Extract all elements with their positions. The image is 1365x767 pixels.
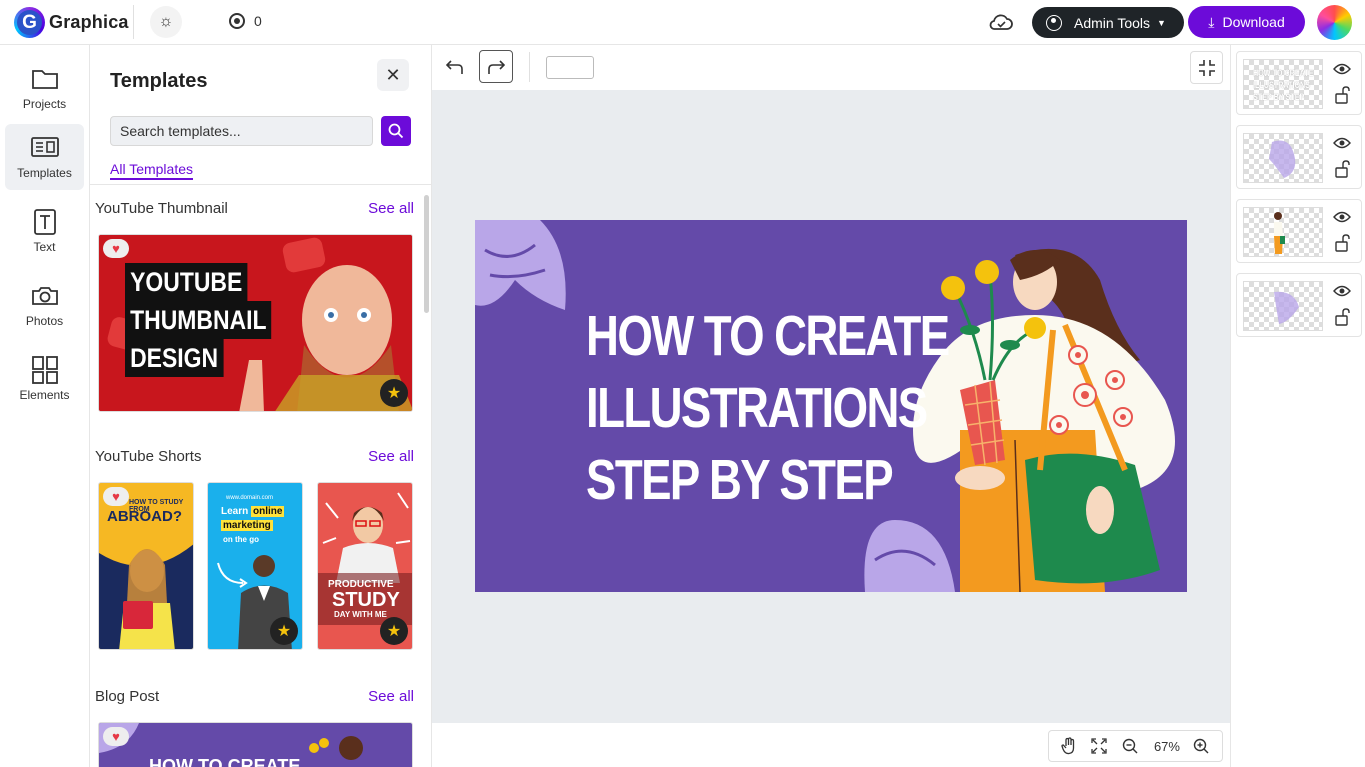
folder-icon xyxy=(31,70,58,89)
bottom-bar: 67% xyxy=(432,723,1230,767)
top-bar: G Graphica ☼ 0 Admin Tools ▼ ⤓ Download xyxy=(0,0,1365,45)
layer-item[interactable] xyxy=(1236,199,1362,263)
layer-thumbnail: HOW TO CREATE ILLUSTRATIONS STEP BY STEP xyxy=(1243,59,1323,109)
section-title-youtube-thumbnail: YouTube Thumbnail xyxy=(95,200,228,217)
unlock-icon[interactable] xyxy=(1335,234,1351,252)
see-all-blog-post[interactable]: See all xyxy=(368,688,414,705)
panel-scrollbar[interactable] xyxy=(424,195,429,313)
search-icon xyxy=(388,123,404,139)
nav-item-projects[interactable]: Projects xyxy=(5,55,84,121)
favorite-heart-icon[interactable]: ♥ xyxy=(103,727,129,746)
thumbnail-headline: YOUTUBE THUMBNAIL DESIGN xyxy=(125,263,272,377)
search-input[interactable] xyxy=(110,116,373,146)
zoom-controls: 67% xyxy=(1048,730,1223,762)
design-headline[interactable]: HOW TO CREATE ILLUSTRATIONS STEP BY STEP xyxy=(586,300,950,516)
admin-tools-label: Admin Tools xyxy=(1074,14,1151,31)
app-name: Graphica xyxy=(49,12,129,32)
template-short-productive-study[interactable]: PRODUCTIVE STUDY DAY WITH ME ★ xyxy=(317,482,413,650)
premium-star-icon: ★ xyxy=(270,617,298,645)
text-icon xyxy=(33,209,56,235)
nav-item-photos[interactable]: Photos xyxy=(5,272,84,338)
download-icon: ⤓ xyxy=(1208,13,1215,30)
user-avatar[interactable] xyxy=(1317,5,1352,40)
credits-counter[interactable]: 0 xyxy=(229,13,262,29)
close-icon: ✕ xyxy=(385,64,401,85)
camera-icon xyxy=(31,287,58,305)
template-blog-post[interactable]: HOW TO CREATE ♥ xyxy=(98,722,413,767)
download-label: Download xyxy=(1222,14,1285,30)
section-title-youtube-shorts: YouTube Shorts xyxy=(95,448,202,465)
nav-item-templates[interactable]: Templates xyxy=(5,124,84,190)
see-all-youtube-thumbnail[interactable]: See all xyxy=(368,200,414,217)
layer-item[interactable] xyxy=(1236,273,1362,337)
nav-item-text[interactable]: Text xyxy=(5,198,84,264)
hand-pan-icon[interactable] xyxy=(1059,736,1078,756)
cloud-save-icon[interactable] xyxy=(988,11,1014,33)
template-short-study-abroad[interactable]: HOW TO STUDY FROM ABROAD? ♥ xyxy=(98,482,194,650)
left-nav: Projects Templates Text Photos Elements xyxy=(0,45,90,767)
nav-label: Elements xyxy=(19,388,70,402)
caret-down-icon: ▼ xyxy=(1157,17,1166,28)
redo-icon xyxy=(488,59,505,74)
zoom-level: 67% xyxy=(1153,738,1180,754)
divider xyxy=(90,184,431,185)
tab-all-templates[interactable]: All Templates xyxy=(110,161,194,180)
eye-visible-icon[interactable] xyxy=(1333,284,1351,298)
fit-screen-icon[interactable] xyxy=(1089,736,1108,756)
theme-toggle-button[interactable]: ☼ xyxy=(150,6,182,38)
templates-icon xyxy=(30,137,59,157)
layer-thumbnail xyxy=(1243,281,1323,331)
unlock-icon[interactable] xyxy=(1335,308,1351,326)
zoom-in-icon[interactable] xyxy=(1192,736,1211,756)
favorite-heart-icon[interactable]: ♥ xyxy=(103,239,129,258)
templates-panel: Templates ✕ All Templates YouTube Thumbn… xyxy=(90,45,432,767)
logo-mark-icon: G xyxy=(14,7,45,38)
download-button[interactable]: ⤓ Download xyxy=(1188,6,1305,38)
exit-fullscreen-button[interactable] xyxy=(1190,51,1223,84)
see-all-youtube-shorts[interactable]: See all xyxy=(368,448,414,465)
toolbar-divider xyxy=(529,52,530,82)
background-color-picker[interactable] xyxy=(546,56,594,79)
section-title-blog-post: Blog Post xyxy=(95,688,160,705)
canvas-stage: HOW TO CREATE ILLUSTRATIONS STEP BY STEP xyxy=(432,90,1230,723)
eye-visible-icon[interactable] xyxy=(1333,62,1351,76)
elements-icon xyxy=(31,356,58,384)
sun-icon: ☼ xyxy=(158,13,174,30)
layers-panel: HOW TO CREATE ILLUSTRATIONS STEP BY STEP xyxy=(1230,45,1365,767)
unlock-icon[interactable] xyxy=(1335,86,1351,104)
nav-label: Photos xyxy=(25,314,64,328)
layer-thumbnail xyxy=(1243,133,1323,183)
design-canvas[interactable]: HOW TO CREATE ILLUSTRATIONS STEP BY STEP xyxy=(475,220,1187,592)
layer-thumbnail xyxy=(1243,207,1323,257)
user-circle-icon xyxy=(1046,14,1062,31)
close-panel-button[interactable]: ✕ xyxy=(377,59,409,91)
nav-label: Templates xyxy=(17,166,72,180)
editor-toolbar xyxy=(432,45,1230,90)
credits-value: 0 xyxy=(254,13,262,29)
zoom-out-icon[interactable] xyxy=(1120,736,1139,756)
template-short-online-marketing[interactable]: www.domain.com Learn online marketing on… xyxy=(207,482,303,650)
nav-item-elements[interactable]: Elements xyxy=(5,346,84,412)
unlock-icon[interactable] xyxy=(1335,160,1351,178)
undo-button[interactable] xyxy=(442,54,468,80)
app-logo[interactable]: G Graphica xyxy=(14,7,129,38)
nav-label: Projects xyxy=(22,97,67,111)
eye-visible-icon[interactable] xyxy=(1333,136,1351,150)
premium-star-icon: ★ xyxy=(380,617,408,645)
favorite-heart-icon[interactable]: ♥ xyxy=(103,487,129,506)
undo-icon xyxy=(446,60,463,74)
template-youtube-thumbnail[interactable]: YOUTUBE THUMBNAIL DESIGN ♥ ★ xyxy=(98,234,413,412)
collapse-icon xyxy=(1198,59,1215,76)
nav-label: Text xyxy=(33,240,56,254)
panel-title: Templates xyxy=(110,70,208,92)
premium-star-icon: ★ xyxy=(380,379,408,407)
layer-item[interactable]: HOW TO CREATE ILLUSTRATIONS STEP BY STEP xyxy=(1236,51,1362,115)
search-button[interactable] xyxy=(381,116,411,146)
header-divider xyxy=(133,5,134,39)
redo-button[interactable] xyxy=(479,50,513,83)
admin-tools-button[interactable]: Admin Tools ▼ xyxy=(1032,7,1184,38)
coin-icon xyxy=(229,13,245,29)
layer-item[interactable] xyxy=(1236,125,1362,189)
eye-visible-icon[interactable] xyxy=(1333,210,1351,224)
